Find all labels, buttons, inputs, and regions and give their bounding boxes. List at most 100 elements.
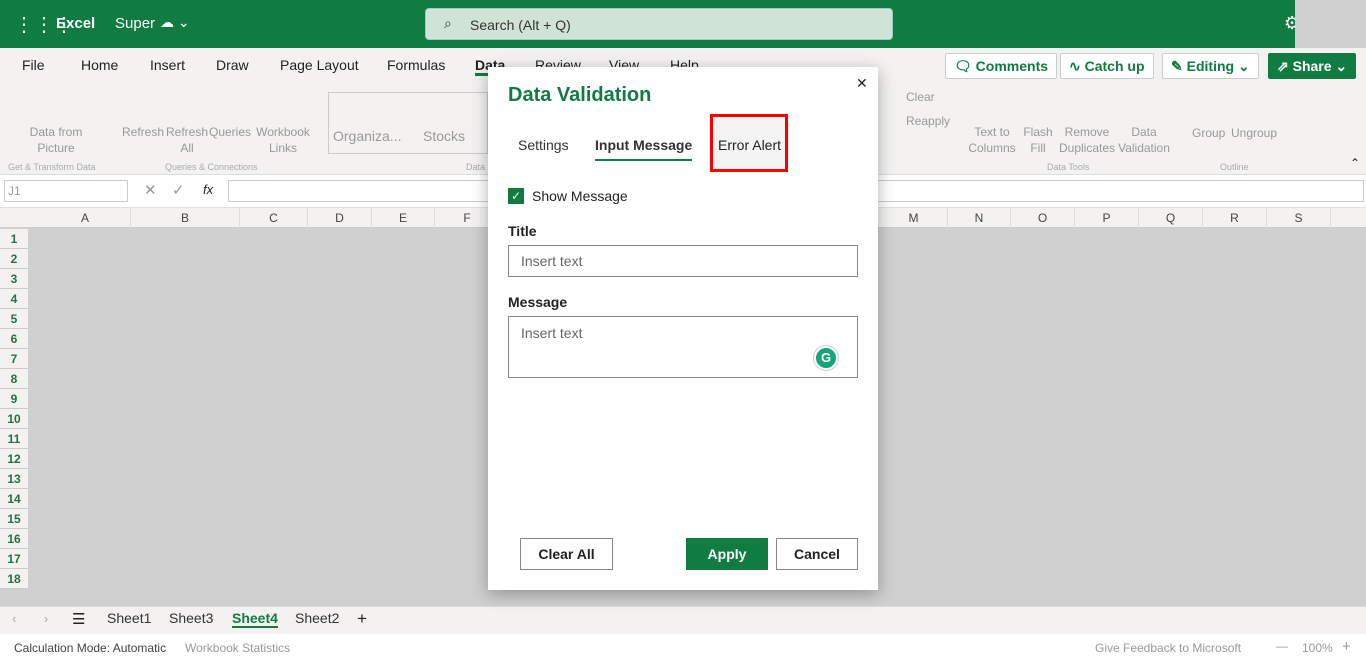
- sheet-tab[interactable]: Sheet3: [169, 610, 213, 626]
- tab-insert[interactable]: Insert: [150, 57, 185, 73]
- app-name[interactable]: Excel: [56, 15, 95, 32]
- search-input[interactable]: ⌕ Search (Alt + Q): [425, 8, 893, 40]
- all-sheets-icon[interactable]: ☰: [72, 610, 85, 628]
- editing-label: Editing: [1186, 58, 1235, 74]
- column-header[interactable]: M: [880, 208, 948, 228]
- row-header[interactable]: 14: [0, 489, 28, 509]
- prev-sheet-icon[interactable]: ‹: [12, 611, 16, 626]
- column-header[interactable]: E: [372, 208, 435, 228]
- collapse-ribbon-icon[interactable]: ⌃: [1350, 156, 1360, 170]
- zoom-in-icon[interactable]: +: [1342, 638, 1351, 655]
- stocks-button[interactable]: Stocks: [423, 128, 465, 144]
- chevron-down-icon[interactable]: ☁ ⌄: [160, 14, 190, 31]
- ungroup-button[interactable]: Ungroup: [1231, 125, 1277, 141]
- flash-fill-button[interactable]: Flash Fill: [1022, 124, 1054, 156]
- data-validation-button[interactable]: Data Validation: [1116, 124, 1172, 156]
- zoom-out-icon[interactable]: —: [1276, 639, 1288, 653]
- message-textarea[interactable]: Insert text: [508, 316, 858, 378]
- row-header[interactable]: 9: [0, 389, 28, 409]
- cancel-icon[interactable]: ✕: [144, 181, 157, 199]
- row-header[interactable]: 12: [0, 449, 28, 469]
- column-header[interactable]: B: [131, 208, 240, 228]
- cancel-button[interactable]: Cancel: [776, 538, 858, 570]
- group-button[interactable]: Group: [1192, 125, 1225, 141]
- row-header[interactable]: 6: [0, 329, 28, 349]
- row-header[interactable]: 8: [0, 369, 28, 389]
- group-label: Data Tools: [1047, 162, 1090, 172]
- row-header[interactable]: 16: [0, 529, 28, 549]
- column-header[interactable]: Q: [1139, 208, 1203, 228]
- row-header[interactable]: 15: [0, 509, 28, 529]
- tab-input-message[interactable]: Input Message: [595, 137, 693, 161]
- group-label: Data: [466, 162, 486, 172]
- name-box[interactable]: J1: [4, 180, 128, 202]
- clear-button[interactable]: Clear: [906, 89, 935, 105]
- column-header[interactable]: A: [40, 208, 131, 228]
- column-header[interactable]: C: [240, 208, 308, 228]
- row-header[interactable]: 4: [0, 289, 28, 309]
- column-header[interactable]: S: [1267, 208, 1331, 228]
- next-sheet-icon[interactable]: ›: [44, 611, 48, 626]
- title-input[interactable]: Insert text: [508, 245, 858, 277]
- organization-button[interactable]: Organiza...: [333, 128, 401, 144]
- title-label: Title: [508, 223, 537, 239]
- refresh-all-button[interactable]: Refresh All: [166, 124, 208, 156]
- editing-button[interactable]: ✎ Editing ⌄: [1162, 53, 1259, 79]
- sheet-tab[interactable]: Sheet2: [295, 610, 339, 626]
- sheet-tab[interactable]: Sheet1: [107, 610, 151, 626]
- row-header[interactable]: 1: [0, 229, 28, 249]
- tab-file[interactable]: File: [22, 57, 45, 73]
- data-from-picture-button[interactable]: Data from Picture: [20, 124, 92, 156]
- reapply-button[interactable]: Reapply: [906, 113, 950, 129]
- show-message-checkbox[interactable]: ✓: [508, 188, 524, 204]
- row-header[interactable]: 13: [0, 469, 28, 489]
- tab-formulas[interactable]: Formulas: [387, 57, 445, 73]
- sheet-tab-active[interactable]: Sheet4: [232, 610, 278, 628]
- search-icon: ⌕: [444, 15, 452, 31]
- row-header[interactable]: 11: [0, 429, 28, 449]
- tab-error-alert[interactable]: Error Alert: [710, 114, 788, 172]
- catch-up-button[interactable]: ∿ Catch up: [1060, 53, 1154, 79]
- add-sheet-icon[interactable]: +: [357, 609, 367, 629]
- tab-page-layout[interactable]: Page Layout: [280, 57, 359, 73]
- column-header[interactable]: R: [1203, 208, 1267, 228]
- fx-icon[interactable]: fx: [203, 182, 213, 197]
- share-button[interactable]: ⇗ Share ⌄: [1268, 53, 1357, 79]
- comment-icon: 🗨: [954, 58, 976, 74]
- grammarly-icon[interactable]: G: [814, 346, 838, 370]
- group-label: Queries & Connections: [165, 162, 258, 172]
- row-header[interactable]: 18: [0, 569, 28, 589]
- workbook-links-button[interactable]: Workbook Links: [254, 124, 312, 156]
- workbook-stats[interactable]: Workbook Statistics: [185, 641, 290, 655]
- row-header[interactable]: 5: [0, 309, 28, 329]
- status-bar: Calculation Mode: Automatic Workbook Sta…: [0, 636, 1366, 657]
- column-header[interactable]: D: [308, 208, 372, 228]
- close-icon[interactable]: ✕: [856, 75, 868, 92]
- tab-draw[interactable]: Draw: [216, 57, 249, 73]
- column-header[interactable]: P: [1075, 208, 1139, 228]
- row-header[interactable]: 10: [0, 409, 28, 429]
- queries-button[interactable]: Queries: [208, 124, 252, 140]
- comments-button[interactable]: 🗨 Comments: [945, 53, 1058, 79]
- group-label: Outline: [1220, 162, 1249, 172]
- tab-settings[interactable]: Settings: [518, 137, 569, 153]
- group-label: Get & Transform Data: [8, 162, 96, 172]
- column-header[interactable]: O: [1011, 208, 1075, 228]
- feedback-link[interactable]: Give Feedback to Microsoft: [1095, 641, 1241, 655]
- share-icon: ⇗: [1277, 58, 1293, 74]
- column-header[interactable]: N: [948, 208, 1011, 228]
- text-to-columns-button[interactable]: Text to Columns: [966, 124, 1018, 156]
- clear-all-button[interactable]: Clear All: [520, 538, 613, 570]
- row-header[interactable]: 7: [0, 349, 28, 369]
- refresh-button[interactable]: Refresh: [122, 124, 164, 140]
- tab-home[interactable]: Home: [81, 57, 118, 73]
- row-header[interactable]: 2: [0, 249, 28, 269]
- check-icon[interactable]: ✓: [172, 181, 185, 199]
- row-header[interactable]: 3: [0, 269, 28, 289]
- file-name[interactable]: Super: [115, 15, 155, 32]
- pulse-icon: ∿: [1069, 58, 1085, 74]
- apply-button[interactable]: Apply: [686, 538, 768, 570]
- remove-duplicates-button[interactable]: Remove Duplicates: [1058, 124, 1116, 156]
- row-header[interactable]: 17: [0, 549, 28, 569]
- search-placeholder: Search (Alt + Q): [470, 17, 571, 33]
